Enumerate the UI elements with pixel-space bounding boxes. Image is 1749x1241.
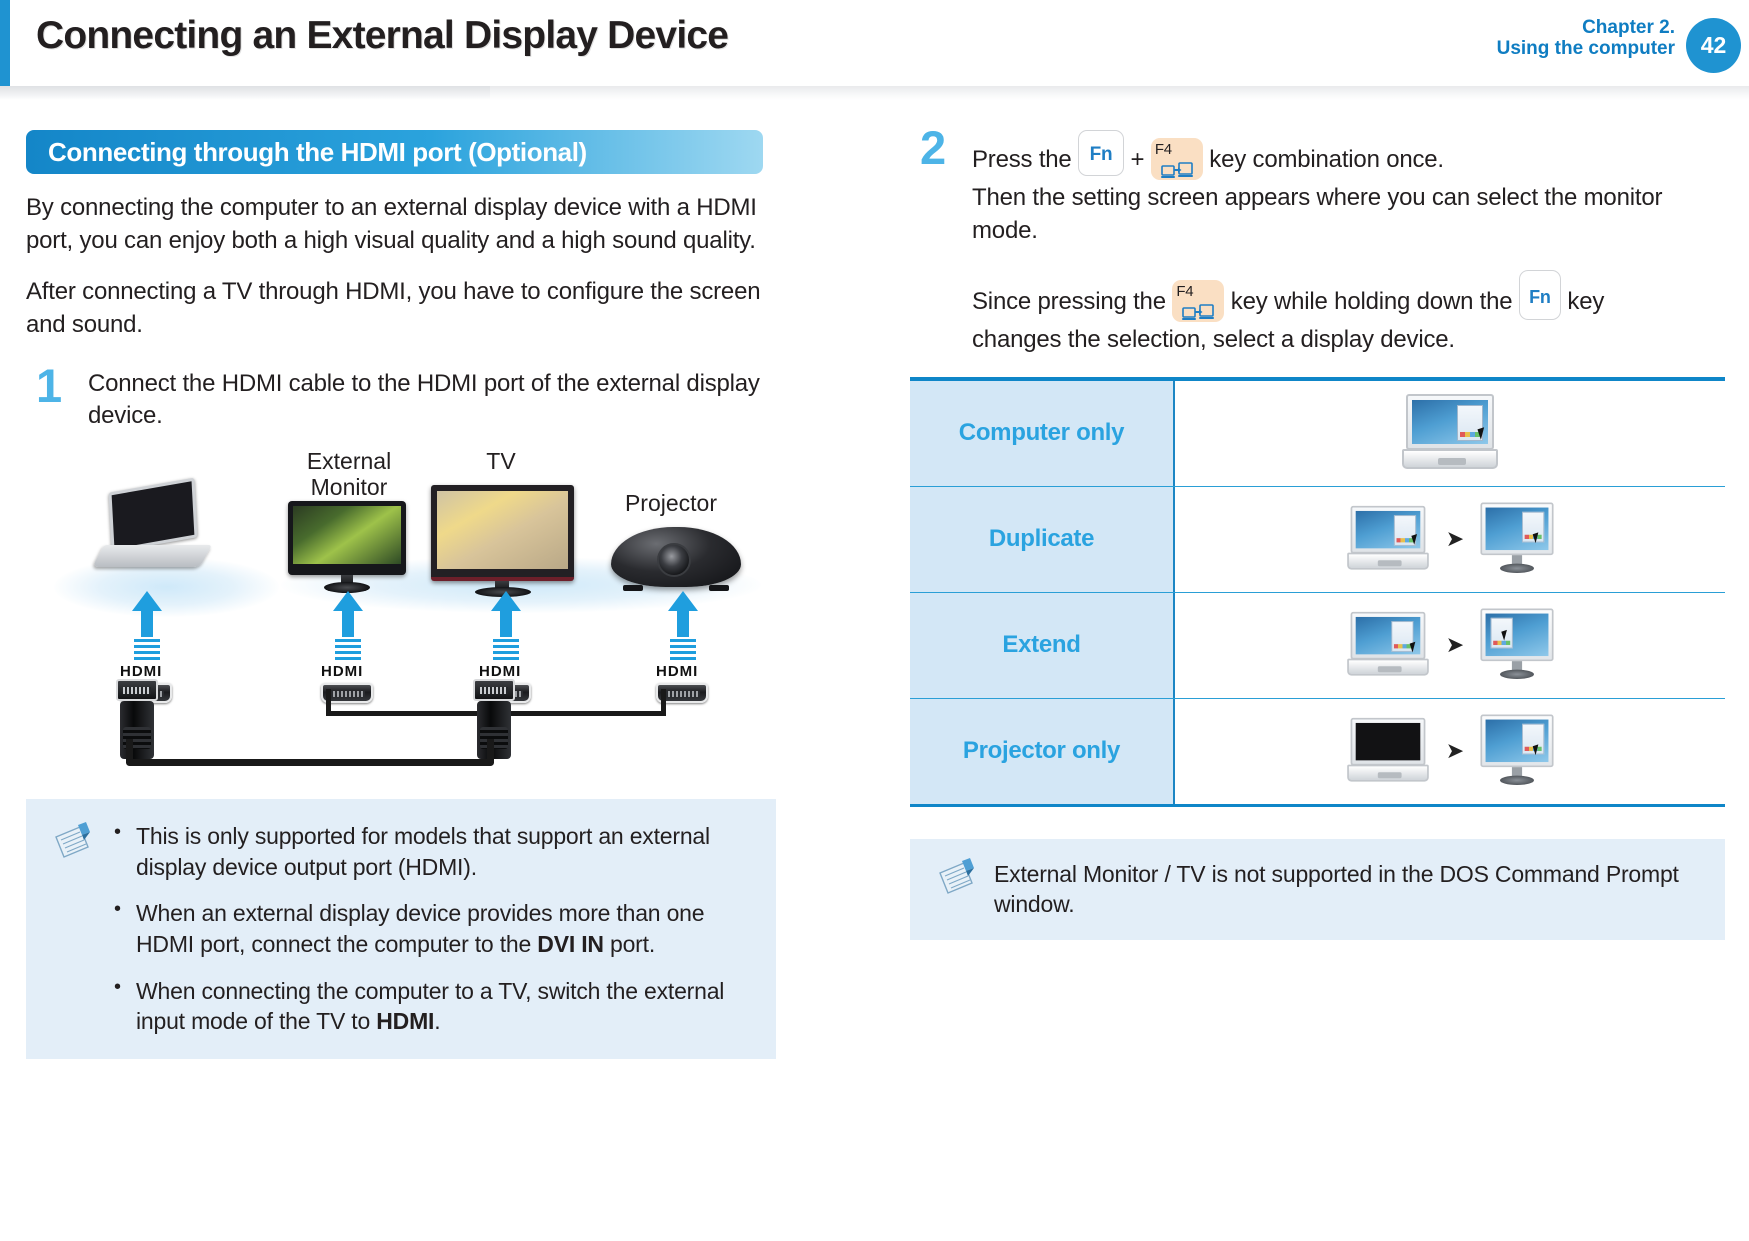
hdmi-text-label-1: HDMI bbox=[120, 663, 163, 681]
step-2-line-1: Press the Fn + F4 key combination once. bbox=[972, 130, 1730, 180]
mode-label: Projector only bbox=[962, 737, 1121, 765]
hdmi-text-label-4: HDMI bbox=[656, 663, 699, 681]
laptop-icon-off bbox=[1346, 717, 1429, 784]
fn-key-label: Fn bbox=[1089, 144, 1113, 165]
fn-key-cap[interactable]: Fn bbox=[1078, 130, 1125, 176]
left-column: Connecting through the HDMI port (Option… bbox=[26, 130, 866, 1059]
arrow-right-icon: ➤ bbox=[1445, 632, 1465, 658]
monitor-icon bbox=[1480, 502, 1554, 576]
step-2-line-4: changes the selection, select a display … bbox=[972, 325, 1455, 353]
left-note-list: This is only supported for models that s… bbox=[110, 819, 754, 1037]
intro-paragraph-1: By connecting the computer to an externa… bbox=[26, 194, 757, 254]
step-1-text: Connect the HDMI cable to the HDMI port … bbox=[88, 369, 760, 430]
mode-picture-computer-only bbox=[1175, 380, 1725, 486]
step-2-line-3-mid: key while holding down the bbox=[1230, 287, 1513, 315]
note-pencil-icon bbox=[934, 857, 978, 901]
left-note-box: This is only supported for models that s… bbox=[26, 799, 776, 1059]
right-note-text: External Monitor / TV is not supported i… bbox=[994, 860, 1679, 918]
monitor-icon bbox=[1480, 608, 1554, 682]
mode-picture-projector-only: ➤ bbox=[1175, 698, 1725, 804]
label-projector: Projector bbox=[624, 490, 718, 517]
label-external-monitor: External Monitor bbox=[306, 448, 392, 500]
mode-label-cell-computer-only: Computer only bbox=[910, 380, 1175, 486]
table-row[interactable]: Projector only ➤ bbox=[910, 698, 1725, 807]
table-row[interactable]: Computer only bbox=[910, 380, 1725, 487]
mode-label: Duplicate bbox=[988, 525, 1095, 553]
arrow-right-icon: ➤ bbox=[1445, 526, 1465, 552]
table-row[interactable]: Duplicate ➤ bbox=[910, 486, 1725, 593]
mode-picture-duplicate: ➤ bbox=[1175, 486, 1725, 592]
hdmi-text-label-3: HDMI bbox=[479, 663, 522, 681]
step-2-number: 2 bbox=[920, 121, 947, 174]
projector-illustration bbox=[611, 527, 746, 597]
step-2: 2 Press the Fn + F4 key combination once… bbox=[910, 124, 1730, 357]
step-2-line-1-post: key combination once. bbox=[1209, 146, 1444, 173]
note-pencil-icon bbox=[50, 821, 94, 865]
hdmi-connection-diagram: External Monitor TV Projector HDMI HDMI … bbox=[36, 448, 796, 779]
step-2-line-3-pre: Since pressing the bbox=[972, 287, 1166, 315]
mode-label: Computer only bbox=[958, 419, 1125, 447]
page-header: Connecting an External Display Device Ch… bbox=[0, 0, 1749, 100]
header-accent-bar bbox=[0, 0, 10, 86]
display-mode-table: Computer only Duplicate ➤ Extend ➤ Proje… bbox=[910, 376, 1725, 807]
laptop-icon bbox=[1402, 394, 1498, 472]
monitor-icon bbox=[1480, 714, 1554, 788]
chapter-info: Chapter 2. Using the computer bbox=[1497, 17, 1675, 60]
f4-key-cap-2[interactable]: F4 bbox=[1172, 279, 1225, 322]
tv-illustration bbox=[431, 485, 576, 598]
left-note-item-2: When an external display device provides… bbox=[110, 896, 754, 959]
hdmi-cable-loop-right-riser bbox=[487, 739, 494, 764]
bus-stub-projector bbox=[661, 689, 666, 714]
dual-monitor-icon-2 bbox=[1182, 298, 1215, 332]
laptop-icon bbox=[1346, 505, 1429, 572]
dual-monitor-icon bbox=[1160, 156, 1193, 190]
chapter-number: Chapter 2. bbox=[1582, 17, 1675, 38]
mode-label-cell-extend: Extend bbox=[910, 592, 1175, 698]
section-title: Connecting through the HDMI port (Option… bbox=[48, 136, 587, 167]
left-note-item-1: This is only supported for models that s… bbox=[110, 819, 754, 882]
step-1: 1 Connect the HDMI cable to the HDMI por… bbox=[26, 362, 786, 434]
chapter-name: Using the computer bbox=[1496, 38, 1675, 60]
step-2-line-2: Then the setting screen appears where yo… bbox=[972, 184, 1663, 244]
page-number-badge: 42 bbox=[1686, 18, 1741, 73]
mode-label: Extend bbox=[1002, 631, 1081, 659]
fn-key-cap-2[interactable]: Fn bbox=[1518, 269, 1561, 320]
label-tv: TV bbox=[486, 448, 516, 475]
section-header-bar: Connecting through the HDMI port (Option… bbox=[26, 130, 763, 174]
step-2-line-1-pre: Press the bbox=[972, 146, 1072, 173]
external-monitor-illustration bbox=[288, 501, 408, 594]
hdmi-cable-loop bbox=[126, 759, 494, 767]
arrow-right-icon: ➤ bbox=[1445, 738, 1465, 764]
right-column: 2 Press the Fn + F4 key combination once… bbox=[910, 124, 1725, 940]
f4-key-cap[interactable]: F4 bbox=[1150, 138, 1203, 180]
hdmi-cable-loop-left-riser bbox=[126, 739, 133, 764]
left-note-item-3: When connecting the computer to a TV, sw… bbox=[110, 974, 754, 1037]
mode-label-cell-projector-only: Projector only bbox=[910, 698, 1175, 804]
plus-sign-1: + bbox=[1130, 146, 1145, 173]
bus-stub-monitor bbox=[326, 689, 331, 714]
right-note-box: External Monitor / TV is not supported i… bbox=[910, 838, 1725, 940]
page-title: Connecting an External Display Device bbox=[36, 14, 729, 57]
header-divider bbox=[0, 86, 1749, 100]
fn-key-label-2: Fn bbox=[1529, 286, 1551, 307]
table-row[interactable]: Extend ➤ bbox=[910, 592, 1725, 699]
laptop-illustration bbox=[92, 477, 236, 585]
mode-picture-extend: ➤ bbox=[1175, 592, 1725, 698]
step-2-line-3-post: key bbox=[1567, 287, 1605, 315]
step-2-line-3: Since pressing the F4 key while holding … bbox=[972, 269, 1730, 322]
laptop-icon bbox=[1346, 611, 1429, 678]
step-1-number: 1 bbox=[36, 358, 63, 412]
intro-paragraph-2: After connecting a TV through HDMI, you … bbox=[26, 277, 761, 338]
hdmi-text-label-2: HDMI bbox=[321, 663, 364, 681]
mode-label-cell-duplicate: Duplicate bbox=[910, 486, 1175, 592]
